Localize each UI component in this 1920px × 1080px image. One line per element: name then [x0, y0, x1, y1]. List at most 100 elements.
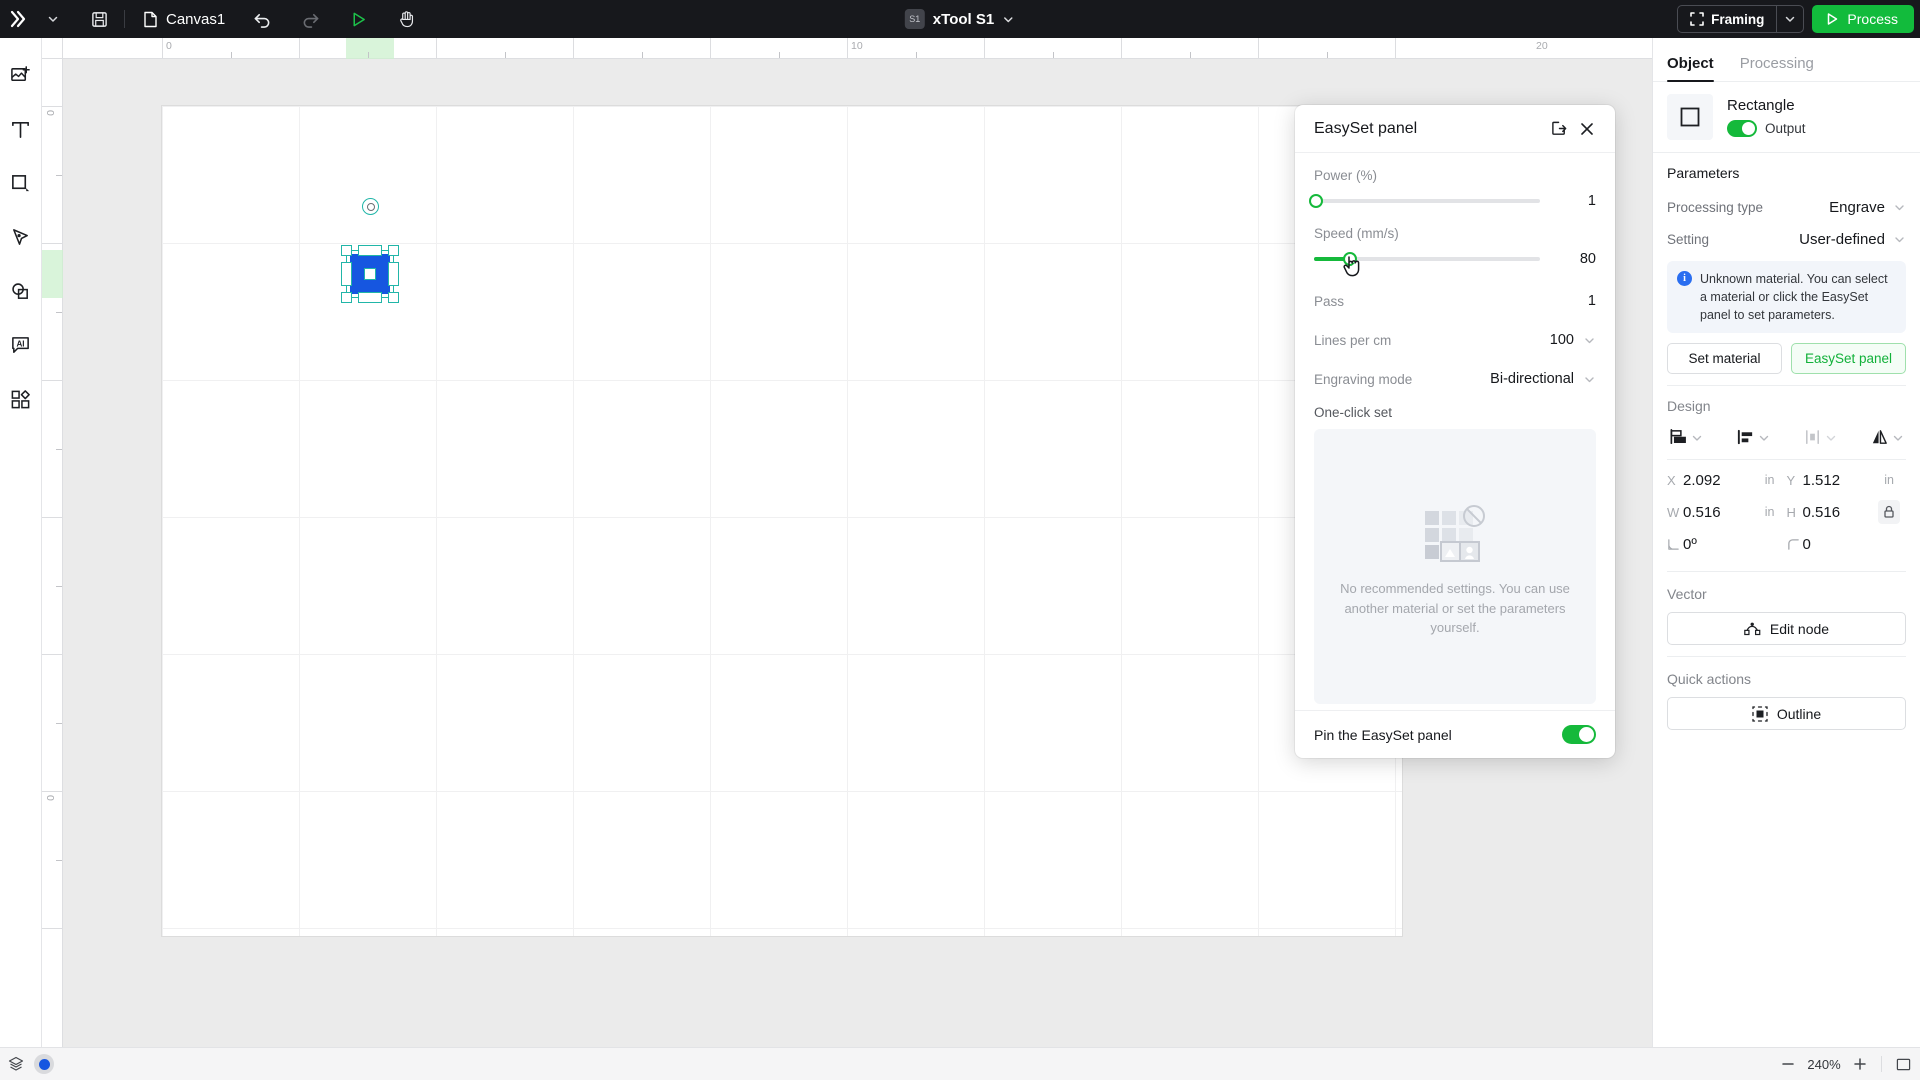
resize-handle-nw[interactable]	[341, 245, 352, 256]
zoom-level-label[interactable]: 240%	[1803, 1057, 1845, 1072]
h-field[interactable]: H 0.516 in	[1787, 496, 1907, 528]
play-triangle-icon[interactable]	[341, 0, 375, 38]
image-add-icon[interactable]	[6, 60, 36, 90]
undo-arrow-icon[interactable]	[245, 0, 279, 38]
zoom-in-button[interactable]	[1847, 1051, 1873, 1077]
resize-handle-ne[interactable]	[388, 245, 399, 256]
machine-selector[interactable]: S1 xTool S1	[905, 0, 1015, 38]
one-click-set-empty-state: No recommended settings. You can use ano…	[1314, 429, 1596, 704]
vector-title: Vector	[1667, 586, 1906, 602]
set-material-button[interactable]: Set material	[1667, 343, 1782, 374]
center-handle[interactable]	[364, 268, 376, 280]
link-lock-icon[interactable]	[1878, 500, 1900, 524]
engraving-mode-chevron-down-icon[interactable]	[1583, 373, 1596, 386]
setting-chevron-down-icon[interactable]	[1893, 233, 1906, 246]
top-toolbar: Canvas1 S1 xTool S1	[0, 0, 1920, 38]
ruler-origin-corner[interactable]	[42, 38, 63, 59]
shape-rectangle-icon[interactable]	[6, 168, 36, 198]
process-button[interactable]: Process	[1812, 5, 1914, 33]
lines-per-cm-label: Lines per cm	[1314, 333, 1550, 348]
apps-grid-icon[interactable]	[6, 384, 36, 414]
y-value[interactable]: 1.512	[1803, 472, 1885, 489]
resize-handle-w[interactable]	[341, 262, 352, 286]
easyset-panel-button[interactable]: EasySet panel	[1791, 343, 1906, 374]
arrange-order-icon[interactable]	[1669, 428, 1703, 447]
processing-type-row[interactable]: Processing type Engrave	[1667, 191, 1906, 223]
w-field[interactable]: W 0.516 in	[1667, 496, 1787, 528]
layer-color-swatch[interactable]	[34, 1054, 54, 1074]
rotation-value[interactable]: 0º	[1683, 536, 1787, 553]
lines-per-cm-row[interactable]: Lines per cm 100	[1314, 323, 1596, 357]
setting-label: Setting	[1667, 232, 1799, 247]
resize-handle-s[interactable]	[358, 292, 382, 303]
x-field[interactable]: X 2.092 in	[1667, 464, 1787, 496]
framing-button[interactable]: Framing	[1678, 6, 1776, 32]
framing-chevron-down-icon[interactable]	[1777, 6, 1803, 32]
xtool-logo-icon[interactable]	[2, 0, 36, 38]
layers-icon[interactable]	[4, 1056, 24, 1072]
pen-tool-icon[interactable]	[6, 222, 36, 252]
pass-value[interactable]: 1	[1588, 293, 1596, 309]
horizontal-ruler[interactable]: 0 10 20	[42, 38, 1652, 59]
pin-easyset-toggle[interactable]	[1562, 725, 1596, 744]
setting-row[interactable]: Setting User-defined	[1667, 223, 1906, 255]
x-value[interactable]: 2.092	[1683, 472, 1765, 489]
ruler-label-h-10: 10	[851, 40, 863, 52]
tab-processing[interactable]: Processing	[1740, 55, 1814, 81]
h-value[interactable]: 0.516	[1803, 504, 1885, 521]
rotation-field[interactable]: 0º	[1667, 528, 1787, 560]
flip-mirror-icon[interactable]	[1870, 428, 1904, 447]
speed-slider-knob[interactable]	[1343, 252, 1357, 266]
edit-node-button[interactable]: Edit node	[1667, 612, 1906, 645]
processing-type-label: Processing type	[1667, 200, 1829, 215]
outline-button[interactable]: Outline	[1667, 697, 1906, 730]
hand-pan-icon[interactable]	[389, 0, 423, 38]
selected-object-group[interactable]	[346, 250, 394, 298]
parameters-title: Parameters	[1667, 165, 1906, 181]
corner-radius-value[interactable]: 0	[1803, 536, 1907, 553]
tab-object[interactable]: Object	[1667, 55, 1714, 81]
text-tool-icon[interactable]	[6, 114, 36, 144]
fit-screen-icon[interactable]	[1890, 1051, 1916, 1077]
resize-handle-e[interactable]	[388, 262, 399, 286]
vertical-ruler[interactable]: 0 0	[42, 38, 63, 1047]
pop-out-icon[interactable]	[1545, 115, 1573, 143]
speed-slider[interactable]	[1314, 252, 1540, 266]
zoom-out-button[interactable]	[1775, 1051, 1801, 1077]
info-icon: i	[1677, 271, 1692, 286]
pass-label: Pass	[1314, 294, 1588, 309]
output-toggle[interactable]	[1727, 120, 1757, 137]
angle-icon	[1667, 538, 1683, 551]
power-slider-knob[interactable]	[1309, 194, 1323, 208]
easyset-panel-body: Power (%) 1 Speed (mm/s) 80 Pas	[1295, 153, 1615, 710]
engraving-mode-row[interactable]: Engraving mode Bi-directional	[1314, 362, 1596, 396]
ruler-label-h-0: 0	[166, 40, 172, 52]
rotate-handle-inner	[367, 203, 375, 211]
rotate-handle[interactable]	[362, 198, 379, 215]
artboard[interactable]	[162, 106, 1402, 936]
power-slider[interactable]	[1314, 194, 1540, 208]
processing-type-chevron-down-icon[interactable]	[1893, 201, 1906, 214]
resize-handle-n[interactable]	[358, 245, 382, 256]
speed-value[interactable]: 80	[1550, 251, 1596, 267]
machine-chevron-down-icon[interactable]	[1002, 13, 1015, 26]
document-name-button[interactable]: Canvas1	[133, 0, 235, 38]
y-field[interactable]: Y 1.512 in	[1787, 464, 1907, 496]
w-value[interactable]: 0.516	[1683, 504, 1765, 521]
corner-radius-field[interactable]: 0	[1787, 528, 1907, 560]
logo-menu-chevron-down-icon[interactable]	[36, 0, 70, 38]
easyset-panel[interactable]: EasySet panel Power (%) 1 Speed (mm/s)	[1295, 105, 1615, 758]
machine-name-label: xTool S1	[933, 11, 994, 28]
close-icon[interactable]	[1573, 115, 1601, 143]
ruler-selection-highlight-v	[42, 250, 63, 298]
boolean-shapes-icon[interactable]	[6, 276, 36, 306]
resize-handle-se[interactable]	[388, 292, 399, 303]
align-horizontal-icon[interactable]	[1736, 428, 1770, 447]
align-vertical-icon[interactable]	[1803, 428, 1837, 447]
ai-chat-icon[interactable]: AI	[6, 330, 36, 360]
resize-handle-sw[interactable]	[341, 292, 352, 303]
lines-per-cm-chevron-down-icon[interactable]	[1583, 334, 1596, 347]
power-value[interactable]: 1	[1550, 193, 1596, 209]
save-disk-icon[interactable]	[82, 0, 116, 38]
redo-arrow-icon[interactable]	[293, 0, 327, 38]
